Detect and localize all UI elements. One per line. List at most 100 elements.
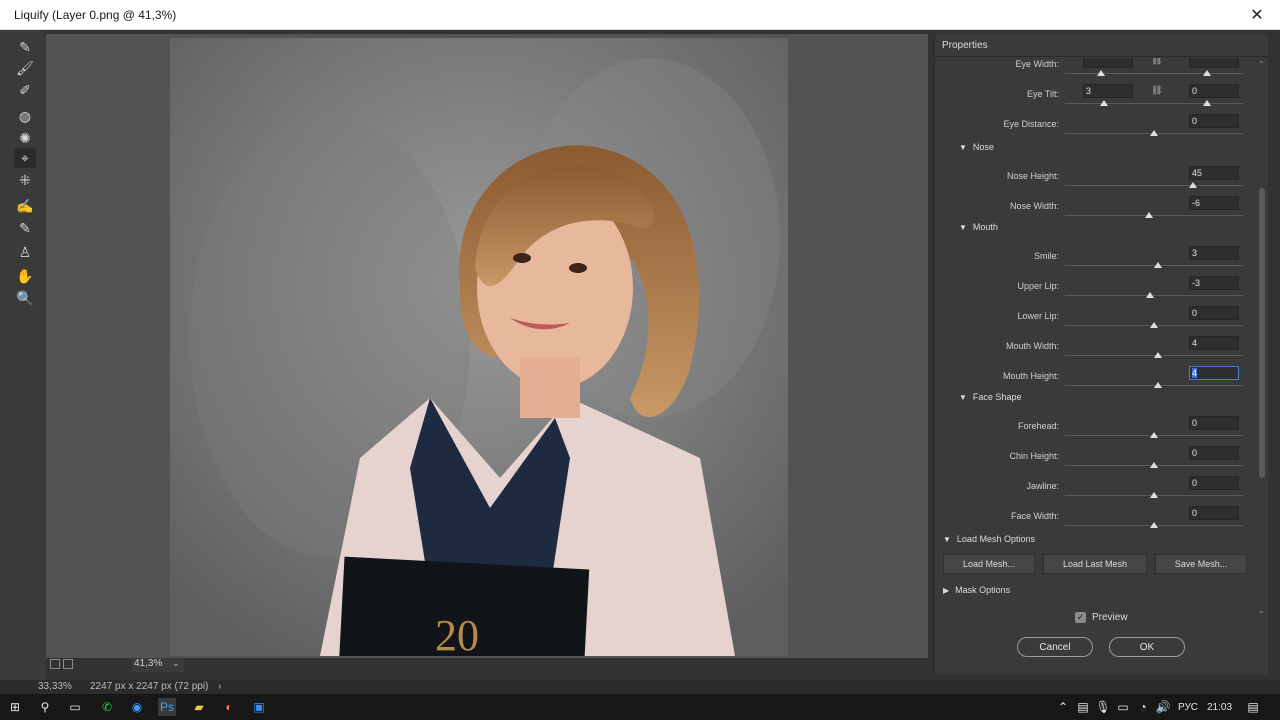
slider-thumb[interactable]	[1153, 262, 1162, 268]
load-last-mesh-button[interactable]: Load Last Mesh	[1043, 554, 1147, 574]
slider-thumb[interactable]	[1189, 182, 1198, 188]
value-field[interactable]: 0	[1189, 114, 1239, 128]
value-field[interactable]: 0	[1189, 416, 1239, 430]
value-field[interactable]: 4	[1189, 336, 1239, 350]
slider-thumb[interactable]	[1096, 70, 1105, 76]
value-field[interactable]: -6	[1189, 196, 1239, 210]
zoom-in-icon[interactable]	[63, 659, 73, 669]
scroll-down-icon[interactable]: ⌄	[1258, 606, 1265, 615]
zoom-dropdown-icon[interactable]: ⌄	[172, 658, 180, 669]
section-header[interactable]: ▼ Mouth	[959, 222, 998, 232]
search-icon[interactable]: ⚲	[36, 698, 54, 716]
panel-scrollbar[interactable]: ⌃ ⌄	[1257, 58, 1267, 618]
property-label: Face Width:	[1010, 511, 1059, 521]
right-value-field[interactable]	[1189, 58, 1239, 68]
photoshop-icon[interactable]: Ps	[158, 698, 176, 716]
value-field[interactable]: 0	[1189, 506, 1239, 520]
slider-thumb[interactable]	[1100, 100, 1109, 106]
load-mesh-button[interactable]: Load Mesh...	[943, 554, 1035, 574]
firefox-icon[interactable]: ◐	[220, 698, 238, 716]
section-header[interactable]: ▼ Nose	[959, 142, 994, 152]
preview-checkbox[interactable]: ✓ Preview	[1075, 612, 1128, 623]
face-aware-liquify-list[interactable]: Eye Width: ⛓ Eye Tilt: 3 ⛓ 0 Eye Distance: 0 ▼ No…	[937, 58, 1257, 528]
task-view-icon[interactable]: ▭	[66, 698, 84, 716]
freeze-mask-icon[interactable]: ✍	[14, 196, 36, 216]
slider-thumb[interactable]	[1203, 70, 1212, 76]
face-tool-icon[interactable]: ⌖	[14, 148, 36, 168]
slider-thumb[interactable]	[1203, 100, 1212, 106]
slider-thumb[interactable]	[1150, 130, 1158, 136]
slider-thumb[interactable]	[1150, 432, 1158, 438]
load-mesh-options-header[interactable]: ▼ Load Mesh Options	[943, 534, 1035, 544]
edge-browser-icon[interactable]: ◉	[128, 698, 146, 716]
mask-options-header[interactable]: ▶ Mask Options	[943, 585, 1010, 595]
slider-thumb[interactable]	[1153, 352, 1162, 358]
scrollbar-thumb[interactable]	[1259, 188, 1265, 478]
right-value-field[interactable]: 0	[1189, 84, 1239, 98]
status-expand-icon[interactable]: ›	[218, 681, 221, 692]
slider-thumb[interactable]	[1146, 292, 1155, 298]
forward-warp-icon[interactable]: ✎	[14, 37, 36, 57]
bloat-icon[interactable]: ⁜	[14, 170, 36, 190]
language-indicator[interactable]: РУС	[1178, 702, 1198, 713]
wifi-icon[interactable]: ◔	[1134, 698, 1152, 716]
slider-thumb[interactable]	[1150, 322, 1158, 328]
slider-track[interactable]	[1065, 185, 1243, 186]
close-icon[interactable]: ✕	[1234, 0, 1280, 30]
slider-track[interactable]	[1065, 103, 1243, 104]
save-mesh-button[interactable]: Save Mesh...	[1155, 554, 1247, 574]
thaw-mask-icon[interactable]: ✎	[14, 218, 36, 238]
phone-app-icon[interactable]: ✆	[98, 698, 116, 716]
value-field[interactable]: 0	[1189, 446, 1239, 460]
slider-thumb[interactable]	[1144, 212, 1153, 218]
clock[interactable]: 21:03	[1207, 702, 1232, 713]
link-icon[interactable]: ⛓	[1151, 58, 1162, 66]
section-name: Mouth	[972, 222, 998, 232]
slider-thumb[interactable]	[1153, 382, 1162, 388]
zoom-app-icon[interactable]: ▣	[250, 698, 268, 716]
photo-preview[interactable]: 20	[170, 38, 788, 656]
slider-track[interactable]	[1065, 73, 1243, 74]
value-field[interactable]: 0	[1189, 306, 1239, 320]
document-zoom[interactable]: 33,33%	[38, 681, 72, 692]
zoom-out-icon[interactable]	[50, 659, 60, 669]
liquify-window: Liquify (Layer 0.png @ 41,3%) ✕ ✎ 🖌 ✐ ◍ ✺ ⌖ ⁜ ✍…	[0, 0, 1280, 720]
slider-thumb[interactable]	[1150, 462, 1158, 468]
smooth-brush-icon[interactable]: ✐	[14, 80, 36, 100]
value-field[interactable]: 4	[1189, 366, 1239, 380]
notifications-icon[interactable]: ▤	[1244, 698, 1262, 716]
zoom-icon[interactable]: 🔍	[14, 288, 36, 308]
slider-thumb[interactable]	[1150, 492, 1158, 498]
slider-track[interactable]	[1065, 215, 1243, 216]
canvas-area[interactable]: 20	[46, 34, 928, 658]
cancel-button[interactable]: Cancel	[1017, 637, 1093, 657]
slider-thumb[interactable]	[1150, 522, 1158, 528]
windows-start-icon[interactable]: ⊞	[6, 698, 24, 716]
value-field[interactable]: 45	[1189, 166, 1239, 180]
notebook-number: 20	[435, 611, 479, 656]
pucker-icon[interactable]: ✺	[14, 128, 36, 148]
property-label: Mouth Height:	[1002, 371, 1059, 381]
volume-icon[interactable]: 🔊	[1154, 698, 1172, 716]
left-value-field[interactable]: 3	[1083, 84, 1133, 98]
left-value-field[interactable]	[1083, 58, 1133, 68]
value-field[interactable]: 3	[1189, 246, 1239, 260]
reconstruct-brush-icon[interactable]: 🖌	[14, 58, 36, 78]
preview-label: Preview	[1092, 612, 1128, 623]
ok-button[interactable]: OK	[1109, 637, 1185, 657]
property-label: Jawline:	[1026, 481, 1059, 491]
tray-expand-icon[interactable]: ⌃	[1054, 698, 1072, 716]
checkmark-icon: ✓	[1075, 612, 1086, 623]
scroll-up-icon[interactable]: ⌃	[1258, 60, 1265, 69]
value-field[interactable]: 0	[1189, 476, 1239, 490]
value-field[interactable]: -3	[1189, 276, 1239, 290]
twirl-icon[interactable]: ◍	[14, 106, 36, 126]
file-explorer-icon[interactable]: ▰	[190, 698, 208, 716]
microphone-icon[interactable]: 🎙	[1094, 698, 1112, 716]
tray-app-icon[interactable]: ▤	[1074, 698, 1092, 716]
section-header[interactable]: ▼ Face Shape	[959, 392, 1021, 402]
battery-icon[interactable]: ▭	[1114, 698, 1132, 716]
link-icon[interactable]: ⛓	[1151, 85, 1162, 96]
face-person-icon[interactable]: ♙	[14, 242, 36, 262]
hand-icon[interactable]: ✋	[14, 266, 36, 286]
